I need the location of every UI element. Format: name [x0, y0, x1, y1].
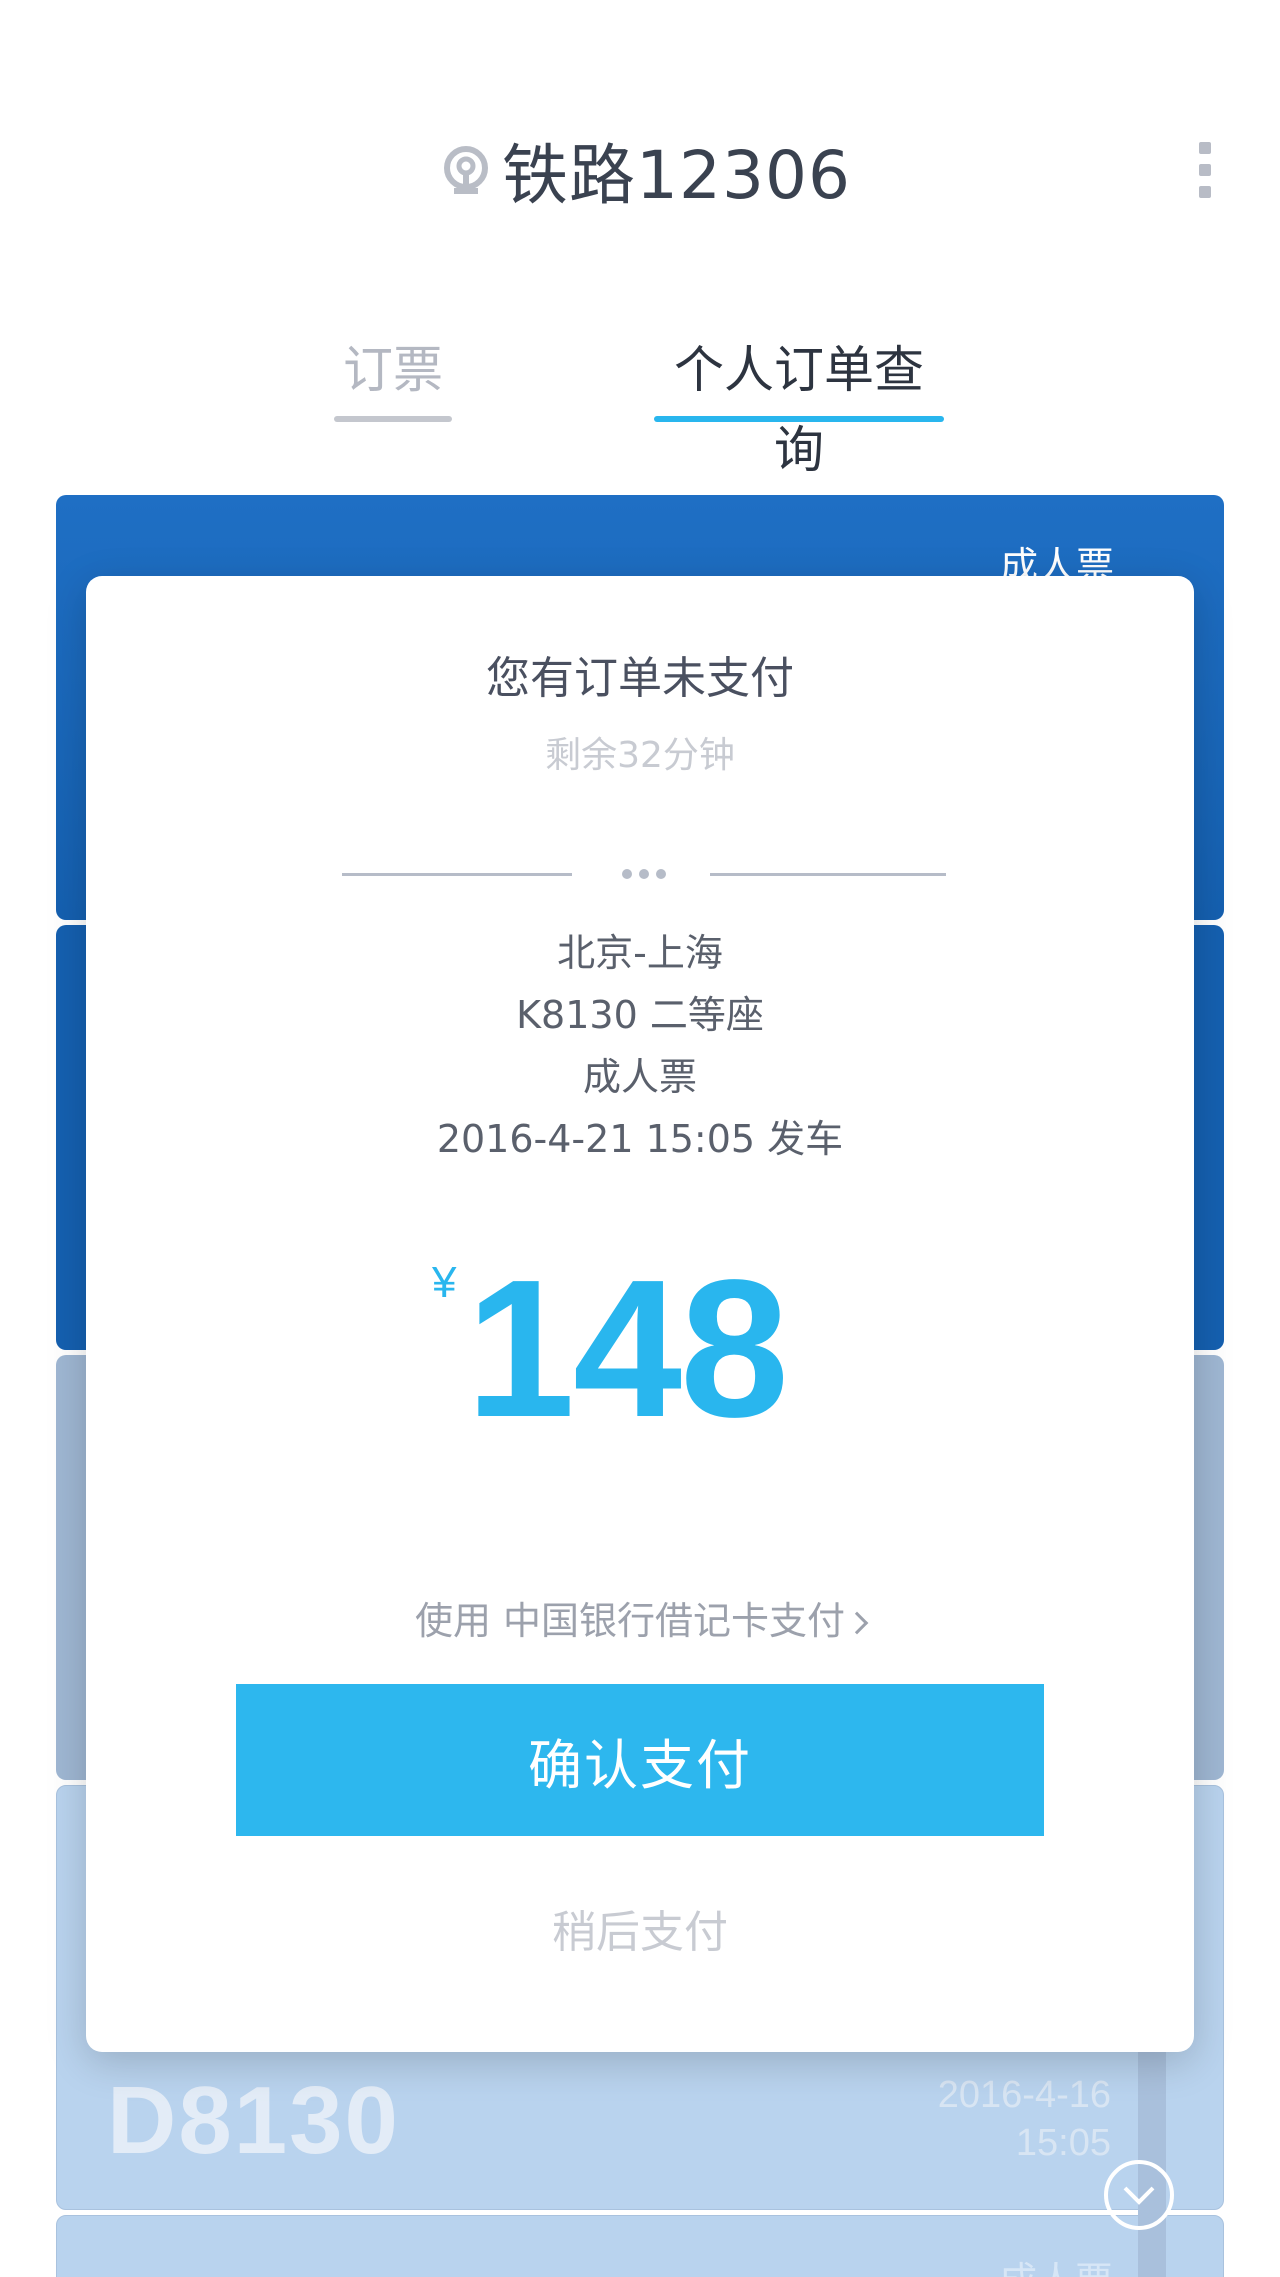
app-logo: 铁路12306 [440, 120, 851, 220]
railway-logo-icon [444, 146, 488, 194]
confirm-payment-button[interactable]: 确认支付 [236, 1684, 1044, 1836]
ticket-card[interactable]: 成人票 [56, 2215, 1224, 2277]
payment-method-label: 使用 中国银行借记卡支付 [414, 1599, 846, 1643]
ticket-type-label: 成人票 [999, 2250, 1113, 2277]
payment-method-selector[interactable]: 使用 中国银行借记卡支付 [86, 1590, 1194, 1645]
unpaid-order-dialog: 您有订单未支付 剩余32分钟 北京-上海 K8130 二等座 成人票 2016-… [86, 576, 1194, 2052]
order-train-seat: K8130 二等座 [516, 993, 764, 1037]
chevron-right-icon [845, 1611, 869, 1635]
order-departure: 2016-4-21 15:05 发车 [436, 1117, 844, 1161]
timeline-track [1138, 2040, 1166, 2277]
currency-symbol: ¥ [432, 1258, 457, 1307]
order-details: 北京-上海 K8130 二等座 成人票 2016-4-21 15:05 发车 [86, 922, 1194, 1170]
tab-book-ticket[interactable]: 订票 [334, 330, 452, 422]
app-header: 铁路12306 [0, 0, 1280, 260]
tab-order-query-label: 个人订单查询 [674, 341, 924, 479]
tab-indicator [334, 416, 452, 422]
ticket-datetime: 2016-4-16 15:05 [938, 2071, 1111, 2167]
tab-book-ticket-label: 订票 [343, 341, 443, 399]
chevron-down-icon[interactable] [1104, 2160, 1174, 2230]
order-route: 北京-上海 [557, 931, 723, 975]
order-ticket-type: 成人票 [582, 1055, 697, 1099]
ticket-time: 15:05 [1015, 2122, 1111, 2164]
tab-active-indicator [654, 416, 944, 422]
tab-bar: 订票 个人订单查询 [0, 330, 1280, 479]
tab-order-query[interactable]: 个人订单查询 [654, 330, 944, 479]
section-divider [342, 864, 946, 884]
price-amount: 148 [466, 1239, 789, 1458]
dialog-title: 您有订单未支付 [486, 653, 794, 704]
ticket-date: 2016-4-16 [937, 2074, 1111, 2116]
app-title: 铁路12306 [502, 137, 851, 214]
ticket-train-number: D8130 [107, 2067, 400, 2174]
pay-later-link[interactable]: 稍后支付 [86, 1896, 1194, 1960]
order-price: ¥ 148 [86, 1239, 1194, 1458]
more-vertical-icon[interactable] [1196, 142, 1214, 198]
payment-countdown: 剩余32分钟 [545, 735, 735, 776]
